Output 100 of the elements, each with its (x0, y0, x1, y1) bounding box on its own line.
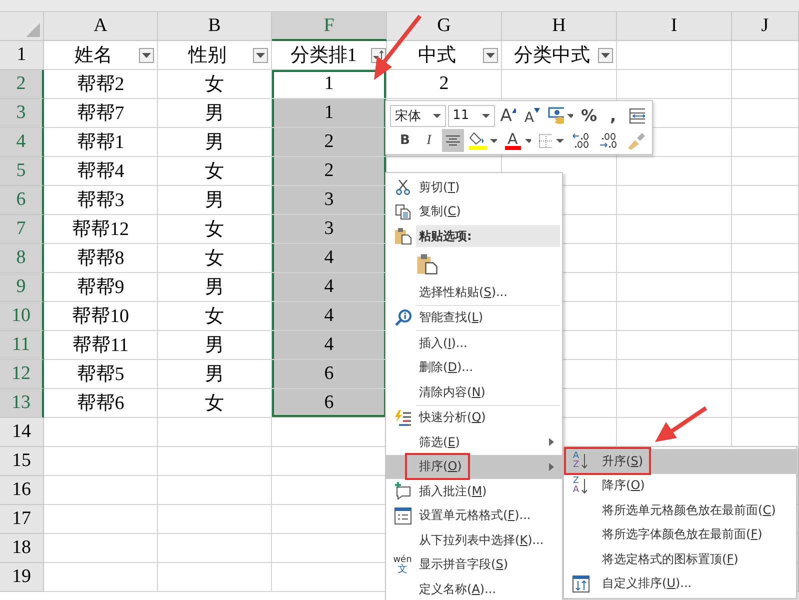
row-header[interactable]: 10 (0, 302, 44, 331)
column-title: 姓名 (74, 44, 114, 68)
search-icon (394, 308, 412, 327)
table-cell: 2 (387, 70, 502, 99)
row-header[interactable]: 7 (0, 215, 44, 244)
menu-item[interactable]: 清除内容(N) (386, 380, 562, 404)
copy-icon (394, 204, 410, 220)
percent-button[interactable]: % (578, 104, 600, 127)
merge-icon (628, 108, 645, 124)
grow-font-button[interactable]: A (497, 104, 520, 127)
filter-button[interactable] (253, 48, 268, 62)
menu-item[interactable]: 删除(D)... (386, 356, 562, 380)
table-cell: 6 (272, 389, 387, 418)
filter-button[interactable] (483, 48, 498, 62)
caret-icon (534, 108, 540, 113)
menu-item[interactable]: 将所选字体颜色放在最前面(F) (564, 522, 796, 547)
decrease-decimal-icon (598, 132, 618, 150)
comma-button[interactable]: , (602, 104, 624, 127)
row-header[interactable]: 9 (0, 273, 44, 302)
table-cell: 帮帮11 (44, 331, 158, 360)
menu-item[interactable]: 自定义排序(U)... (564, 572, 796, 596)
bold-button[interactable]: B (394, 129, 416, 152)
table-cell: 1 (272, 70, 387, 99)
row-header[interactable]: 5 (0, 157, 44, 186)
row-header[interactable]: 8 (0, 244, 44, 273)
column-title: 分类排1 (289, 44, 358, 68)
menu-item[interactable]: Z A 降序(O) (564, 474, 796, 498)
format-cells-icon (394, 506, 412, 525)
table-cell: 4 (272, 244, 387, 273)
table-cell: 4 (272, 331, 387, 360)
table-cell: 帮帮2 (44, 70, 158, 99)
column-header[interactable]: F (272, 12, 387, 41)
column-header[interactable]: G (387, 12, 502, 41)
row-header[interactable]: 3 (0, 99, 44, 128)
column-header[interactable]: H (502, 12, 617, 41)
table-cell: 3 (272, 186, 387, 215)
menu-item[interactable]: 复制(C) (386, 200, 562, 224)
row-header[interactable]: 2 (0, 70, 44, 99)
table-cell: 1 (272, 99, 387, 128)
row-header[interactable]: 11 (0, 331, 44, 360)
font-color-button[interactable]: A (502, 129, 534, 152)
table-cell: 帮帮6 (44, 389, 158, 418)
caret-icon (566, 114, 573, 118)
row-header[interactable]: 18 (0, 534, 44, 563)
caret-icon (142, 52, 151, 58)
clipboard-icon (416, 253, 438, 275)
menu-item[interactable]: 排序(O) (386, 454, 562, 479)
filter-button[interactable] (598, 48, 613, 62)
row-header[interactable]: 15 (0, 447, 44, 476)
row-header[interactable]: 1 (0, 41, 44, 70)
font-size-dropdown[interactable]: 11 (448, 104, 496, 126)
caret-up-icon (512, 108, 516, 113)
menu-item[interactable]: 将选定格式的图标置顶(F) (564, 547, 796, 572)
column-title: 中式 (417, 44, 457, 68)
menu-item[interactable]: 快速分析(Q) (386, 406, 562, 430)
caret-icon (556, 138, 564, 142)
shrink-font-button[interactable]: A (521, 104, 544, 127)
menu-item[interactable]: 插入批注(M) (386, 479, 562, 504)
menu-item[interactable]: 设置单元格格式(F)... (386, 504, 562, 528)
row-header[interactable]: 4 (0, 128, 44, 157)
menu-item[interactable]: 从下拉列表中选择(K)... (386, 528, 562, 552)
column-header[interactable]: I (617, 12, 732, 41)
column-header[interactable]: B (158, 12, 272, 41)
row-header[interactable]: 6 (0, 186, 44, 215)
table-cell: 帮帮4 (44, 157, 158, 186)
row-header[interactable]: 17 (0, 505, 44, 534)
table-cell: 女 (158, 70, 272, 99)
row-header[interactable]: 13 (0, 389, 44, 418)
italic-button[interactable]: I (418, 129, 440, 152)
row-header[interactable]: 19 (0, 563, 44, 592)
menu-section-header: 粘贴选项: (416, 225, 560, 247)
align-center-icon (446, 134, 460, 146)
custom-sort-icon (572, 574, 590, 593)
table-cell: 4 (272, 273, 387, 302)
caret-icon (482, 114, 490, 118)
column-header[interactable]: A (44, 12, 158, 41)
menu-item[interactable]: 将所选单元格颜色放在最前面(C) (564, 498, 796, 522)
table-cell: 帮帮9 (44, 273, 158, 302)
caret-icon (524, 138, 532, 142)
filter-button[interactable] (139, 48, 154, 62)
column-header[interactable]: J (732, 12, 799, 41)
clipboard-icon (394, 227, 412, 245)
caret-icon (486, 52, 495, 58)
center-button[interactable] (442, 129, 464, 152)
menu-item[interactable]: 选择性粘贴(S)... (386, 280, 562, 304)
row-header[interactable]: 14 (0, 418, 44, 447)
row-header[interactable]: 16 (0, 476, 44, 505)
table-cell: 帮帮1 (44, 128, 158, 157)
menu-item[interactable]: 智能查找(L) (386, 306, 562, 330)
menu-item[interactable]: 插入(I)... (386, 331, 562, 356)
menu-item[interactable]: 定义名称(A)... (386, 577, 562, 600)
table-cell: 帮帮7 (44, 99, 158, 128)
triangle-icon (26, 23, 40, 37)
paste-option-button[interactable] (416, 253, 438, 275)
menu-item[interactable]: 筛选(E) (386, 430, 562, 454)
menu-item[interactable]: 剪切(T) (386, 175, 562, 200)
caret-icon (432, 114, 441, 118)
font-dropdown[interactable]: 宋体 (390, 104, 446, 126)
menu-item[interactable]: A Z 升序(S) (564, 449, 796, 474)
row-header[interactable]: 12 (0, 360, 44, 389)
